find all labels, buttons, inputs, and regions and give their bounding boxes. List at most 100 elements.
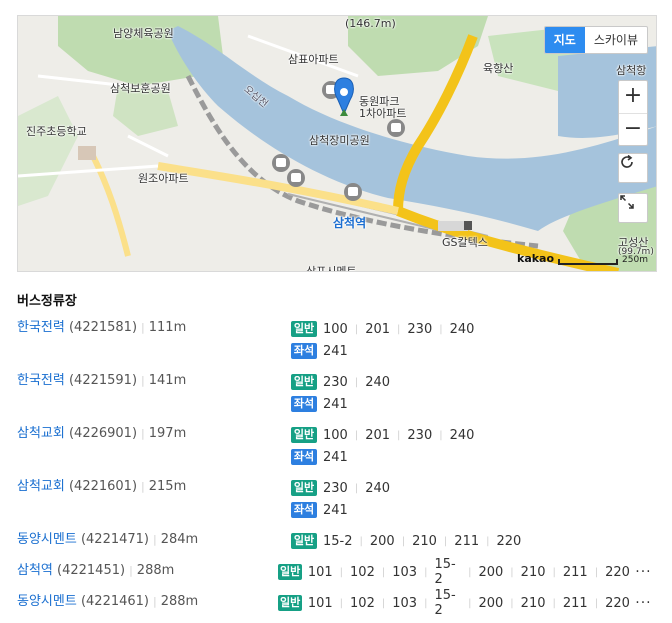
route-row: 일반 100 | 201 | 230 | 240 bbox=[291, 318, 657, 340]
map-label-yukhyangsan: 육향산 bbox=[483, 62, 514, 75]
bus-stop-id: (4221591) bbox=[68, 373, 138, 388]
gas-station-icon bbox=[464, 221, 472, 230]
route-row: 일반 15-2 | 200 | 210 | 211 | 220 bbox=[291, 530, 657, 552]
zoom-out-button[interactable]: − bbox=[619, 113, 647, 145]
bus-stop-marker bbox=[287, 169, 305, 187]
bus-route-number[interactable]: 241 bbox=[323, 450, 348, 465]
bus-route-number[interactable]: 240 bbox=[450, 322, 475, 337]
divider: | bbox=[153, 533, 157, 546]
map-label-samchuk-port: 삼척항 bbox=[616, 64, 647, 77]
bus-stop-info: 삼척역 (4221451) | 288m bbox=[17, 561, 278, 583]
section-title: 버스정류장 bbox=[17, 294, 77, 309]
route-row: 일반 230 | 240 bbox=[291, 371, 657, 393]
bus-route-number[interactable]: 210 bbox=[521, 565, 546, 580]
bus-stop-name-link[interactable]: 한국전력 bbox=[17, 320, 65, 335]
bus-route-number[interactable]: 210 bbox=[521, 596, 546, 611]
bus-route-number[interactable]: 211 bbox=[563, 596, 588, 611]
bus-route-number[interactable]: 211 bbox=[563, 565, 588, 580]
bus-stop-list: 한국전력 (4221581) | 111m 일반 100 | 201 | 230 | 240 좌석 24… bbox=[17, 318, 657, 623]
map-label-samyo-apt: 삼표아파트 bbox=[288, 53, 339, 66]
bus-route-number[interactable]: 241 bbox=[323, 503, 348, 518]
map-label-rose-park: 삼척장미공원 bbox=[309, 134, 370, 147]
divider: | bbox=[552, 597, 556, 609]
refresh-button[interactable] bbox=[618, 153, 648, 183]
bus-route-number[interactable]: 230 bbox=[323, 375, 348, 390]
route-row: 일반 230 | 240 bbox=[291, 477, 657, 499]
bus-route-number[interactable]: 100 bbox=[323, 322, 348, 337]
bus-route-number[interactable]: 200 bbox=[370, 534, 395, 549]
bus-route-number[interactable]: 220 bbox=[605, 596, 630, 611]
bus-route-number[interactable]: 220 bbox=[605, 565, 630, 580]
bus-route-number[interactable]: 101 bbox=[308, 596, 333, 611]
bus-stop-name-link[interactable]: 한국전력 bbox=[17, 373, 65, 388]
bus-stop-name-link[interactable]: 동양시멘트 bbox=[17, 532, 77, 547]
bus-route-number[interactable]: 101 bbox=[308, 565, 333, 580]
bus-route-number[interactable]: 240 bbox=[365, 481, 390, 496]
map-type-skyview-button[interactable]: 스카이뷰 bbox=[585, 27, 647, 53]
bus-route-number[interactable]: 102 bbox=[350, 565, 375, 580]
bus-route-number[interactable]: 15-2 bbox=[323, 534, 353, 549]
bus-route-number[interactable]: 201 bbox=[365, 322, 390, 337]
bus-route-number[interactable]: 103 bbox=[392, 565, 417, 580]
bus-stop-id: (4221461) bbox=[80, 594, 149, 609]
map-type-map-button[interactable]: 지도 bbox=[544, 27, 585, 53]
bus-route-number[interactable]: 100 bbox=[323, 428, 348, 443]
divider: | bbox=[510, 597, 514, 609]
divider: | bbox=[552, 566, 556, 578]
bus-stop-name-link[interactable]: 삼척교회 bbox=[17, 426, 65, 441]
bus-stop-id: (4221581) bbox=[68, 320, 138, 335]
bus-route-number[interactable]: 230 bbox=[407, 322, 432, 337]
bus-stop-name-link[interactable]: 동양시멘트 bbox=[17, 594, 77, 609]
divider: | bbox=[594, 597, 599, 609]
bus-stop-distance: 284m bbox=[160, 532, 199, 547]
route-type-badge: 일반 bbox=[291, 480, 317, 496]
map-type-toggle: 지도 스카이뷰 bbox=[543, 26, 648, 54]
bus-route-number[interactable]: 15-2 bbox=[434, 557, 461, 587]
bus-stop-info: 한국전력 (4221591) | 141m bbox=[17, 371, 291, 415]
route-row: 일반 101 | 102 | 103 | 15-2 | 200 | 210 | 211 | 220 ··· bbox=[278, 588, 657, 618]
bus-route-number[interactable]: 201 bbox=[365, 428, 390, 443]
bus-stop-distance: 111m bbox=[148, 320, 187, 335]
divider: | bbox=[510, 566, 514, 578]
bus-stop-name-link[interactable]: 삼척교회 bbox=[17, 479, 65, 494]
more-routes-button[interactable]: ··· bbox=[630, 595, 657, 611]
bus-route-number[interactable]: 220 bbox=[497, 534, 522, 549]
bus-stop-distance: 215m bbox=[148, 479, 187, 494]
route-type-badge: 좌석 bbox=[291, 343, 317, 359]
zoom-in-button[interactable]: + bbox=[619, 81, 647, 113]
bus-route-number[interactable]: 102 bbox=[350, 596, 375, 611]
map-view[interactable]: (146.7m) 남양체육공원 삼척보훈공원 진주초등학교 삼표아파트 동원파크… bbox=[17, 15, 657, 272]
bus-stop-info: 동양시멘트 (4221471) | 284m bbox=[17, 530, 291, 552]
bus-route-number[interactable]: 240 bbox=[450, 428, 475, 443]
bus-route-number[interactable]: 230 bbox=[407, 428, 432, 443]
bus-route-number[interactable]: 241 bbox=[323, 344, 348, 359]
divider: | bbox=[424, 566, 428, 578]
bus-stop-marker bbox=[344, 183, 362, 201]
bus-route-number[interactable]: 200 bbox=[478, 596, 503, 611]
fullscreen-button[interactable] bbox=[618, 193, 648, 223]
gs-station-block bbox=[438, 221, 468, 231]
more-routes-button[interactable]: ··· bbox=[630, 564, 657, 580]
bus-stop-name-link[interactable]: 삼척역 bbox=[17, 563, 53, 578]
map-label-elevation: (146.7m) bbox=[345, 17, 396, 30]
bus-route-number[interactable]: 240 bbox=[365, 375, 390, 390]
route-row: 좌석 241 bbox=[291, 446, 657, 468]
bus-route-number[interactable]: 241 bbox=[323, 397, 348, 412]
bus-route-number[interactable]: 210 bbox=[412, 534, 437, 549]
bus-route-number[interactable]: 103 bbox=[392, 596, 417, 611]
bus-stop-marker bbox=[272, 154, 290, 172]
bus-route-number[interactable]: 200 bbox=[478, 565, 503, 580]
bus-route-number[interactable]: 211 bbox=[454, 534, 479, 549]
divider: | bbox=[424, 597, 428, 609]
route-type-badge: 일반 bbox=[291, 533, 317, 549]
divider: | bbox=[397, 323, 401, 335]
map-label-jinju-school: 진주초등학교 bbox=[26, 125, 87, 138]
bus-stop-id: (4221451) bbox=[57, 563, 126, 578]
bus-routes: 일반 100 | 201 | 230 | 240 좌석 241 bbox=[291, 424, 657, 468]
bus-route-number[interactable]: 230 bbox=[323, 481, 348, 496]
divider: | bbox=[354, 482, 359, 494]
bus-route-number[interactable]: 15-2 bbox=[434, 588, 461, 618]
bus-routes: 일반 15-2 | 200 | 210 | 211 | 220 bbox=[291, 530, 657, 552]
bus-stop-item: 한국전력 (4221581) | 111m 일반 100 | 201 | 230 | 240 좌석 24… bbox=[17, 318, 657, 362]
divider: | bbox=[359, 535, 363, 547]
